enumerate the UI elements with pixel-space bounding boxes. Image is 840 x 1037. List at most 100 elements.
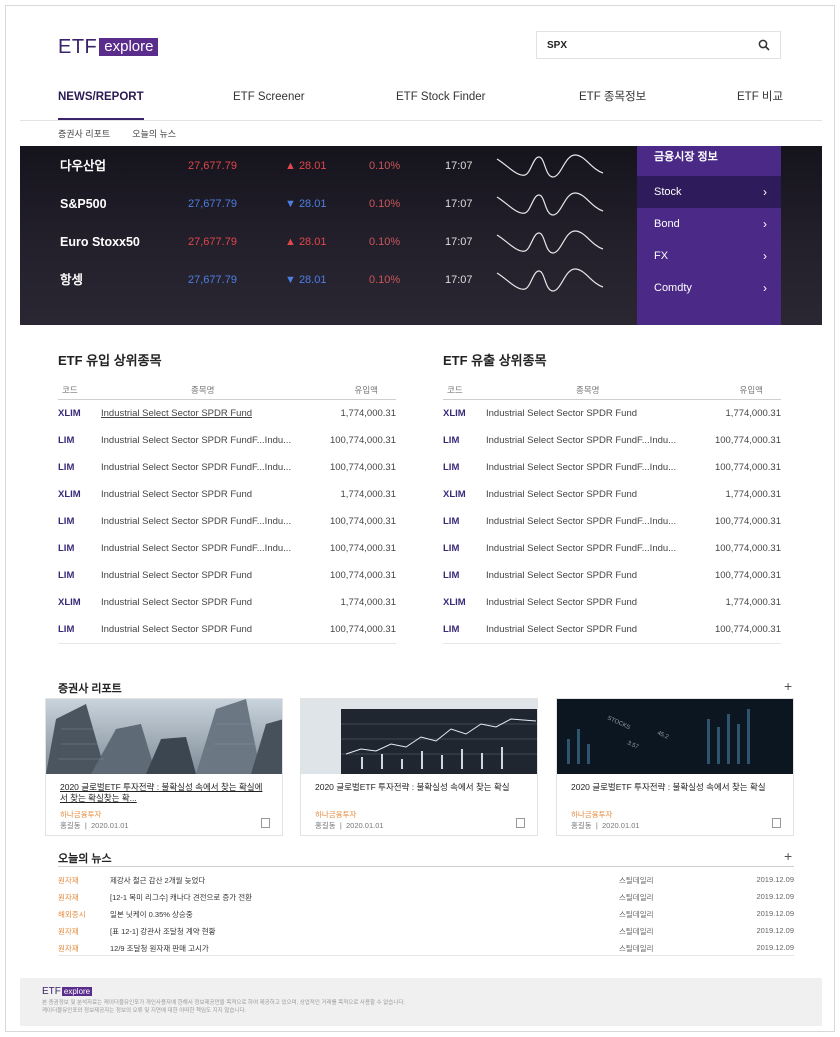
- news-headline[interactable]: 제강사 철근 감산 2개월 늦었다: [110, 875, 205, 886]
- etf-name[interactable]: Industrial Select Sector SPDR Fund: [101, 597, 252, 608]
- table-row[interactable]: XLIM Industrial Select Sector SPDR Fund 1,…: [58, 589, 396, 616]
- site-logo[interactable]: ETF explore: [58, 37, 159, 57]
- etf-code[interactable]: LIM: [58, 570, 74, 581]
- ticker-row[interactable]: 다우산업 27,677.79 ▲ 28.01 0.10% 17:07: [20, 148, 637, 184]
- report-title[interactable]: 2020 글로벌ETF 투자전략 : 불확실성 속에서 찾는 확실: [315, 782, 525, 793]
- reports-title: 증권사 리포트: [58, 683, 122, 695]
- table-row[interactable]: LIM Industrial Select Sector SPDR FundF..…: [58, 454, 396, 481]
- etf-code[interactable]: LIM: [58, 462, 74, 473]
- report-publisher: 하나금융투자: [315, 810, 357, 819]
- table-row[interactable]: LIM Industrial Select Sector SPDR Fund 100…: [58, 616, 396, 643]
- report-card[interactable]: 2020 글로벌ETF 투자전략 : 불확실성 속에서 찾는 확실에서 찾는 확…: [45, 698, 283, 836]
- ticker-row[interactable]: Euro Stoxx50 27,677.79 ▲ 28.01 0.10% 17:07: [20, 224, 637, 260]
- etf-code[interactable]: LIM: [58, 516, 74, 527]
- table-row[interactable]: XLIM Industrial Select Sector SPDR Fund 1,…: [58, 481, 396, 508]
- etf-code[interactable]: XLIM: [443, 597, 466, 608]
- etf-code[interactable]: LIM: [58, 624, 74, 635]
- etf-name[interactable]: Industrial Select Sector SPDR FundF...In…: [101, 543, 291, 554]
- report-card[interactable]: STOCKS 3.57 45.2 2020 글로벌ETF 투자전략 : 불확실성 속에…: [556, 698, 794, 836]
- etf-name[interactable]: Industrial Select Sector SPDR Fund: [486, 597, 637, 608]
- news-headline[interactable]: 12/9 조달청 원자재 판매 고시가: [110, 943, 209, 954]
- tab-news-report[interactable]: NEWS/REPORT: [58, 90, 144, 120]
- subtab-reports[interactable]: 증권사 리포트: [58, 124, 110, 144]
- etf-name[interactable]: Industrial Select Sector SPDR FundF...In…: [486, 516, 676, 527]
- tab-etf-stock-finder[interactable]: ETF Stock Finder: [396, 90, 485, 120]
- report-thumbnail[interactable]: [301, 699, 537, 774]
- etf-name[interactable]: Industrial Select Sector SPDR FundF...In…: [101, 462, 291, 473]
- reports-more-button[interactable]: +: [784, 678, 792, 694]
- report-title[interactable]: 2020 글로벌ETF 투자전략 : 불확실성 속에서 찾는 확실에서 찾는 확…: [60, 782, 270, 804]
- news-row[interactable]: 원자재 12/9 조달청 원자재 판매 고시가 스틸데일리 2019.12.09: [58, 939, 794, 956]
- news-row[interactable]: 원자재 [12-1 복미 리그수] 캐나다 견전으로 증가 전환 스틸데일리 2019…: [58, 888, 794, 905]
- etf-name[interactable]: Industrial Select Sector SPDR Fund: [486, 624, 637, 635]
- report-thumbnail[interactable]: STOCKS 3.57 45.2: [557, 699, 793, 774]
- etf-name[interactable]: Industrial Select Sector SPDR FundF...In…: [101, 516, 291, 527]
- etf-code[interactable]: LIM: [443, 462, 459, 473]
- search-input[interactable]: [547, 39, 747, 51]
- table-row[interactable]: LIM Industrial Select Sector SPDR Fund 100…: [58, 562, 396, 589]
- table-row[interactable]: LIM Industrial Select Sector SPDR Fund 100…: [443, 616, 781, 643]
- etf-name[interactable]: Industrial Select Sector SPDR Fund: [101, 570, 252, 581]
- etf-name[interactable]: Industrial Select Sector SPDR Fund: [486, 408, 637, 419]
- table-row[interactable]: XLIM Industrial Select Sector SPDR Fund 1,…: [58, 400, 396, 427]
- table-row[interactable]: LIM Industrial Select Sector SPDR FundF..…: [58, 427, 396, 454]
- etf-name[interactable]: Industrial Select Sector SPDR FundF...In…: [486, 543, 676, 554]
- subtab-news[interactable]: 오늘의 뉴스: [132, 124, 176, 144]
- ticker-row[interactable]: S&P500 27,677.79 ▼ 28.01 0.10% 17:07: [20, 186, 637, 222]
- report-title[interactable]: 2020 글로벌ETF 투자전략 : 불확실성 속에서 찾는 확실: [571, 782, 781, 793]
- etf-code[interactable]: LIM: [443, 435, 459, 446]
- document-icon[interactable]: [516, 818, 525, 828]
- news-row[interactable]: 원자재 [표 12-1] 강관사 조달청 계약 현황 스틸데일리 2019.12.09: [58, 922, 794, 939]
- table-row[interactable]: LIM Industrial Select Sector SPDR Fund 100…: [443, 562, 781, 589]
- etf-code[interactable]: XLIM: [443, 489, 466, 500]
- etf-code[interactable]: LIM: [443, 570, 459, 581]
- tab-etf-screener[interactable]: ETF Screener: [233, 90, 305, 120]
- etf-name[interactable]: Industrial Select Sector SPDR FundF...In…: [486, 435, 676, 446]
- etf-code[interactable]: XLIM: [58, 597, 81, 608]
- document-icon[interactable]: [772, 818, 781, 828]
- etf-name[interactable]: Industrial Select Sector SPDR Fund: [101, 408, 252, 419]
- table-row[interactable]: LIM Industrial Select Sector SPDR FundF..…: [443, 535, 781, 562]
- search-icon[interactable]: [758, 39, 770, 51]
- table-row[interactable]: LIM Industrial Select Sector SPDR FundF..…: [443, 508, 781, 535]
- etf-name[interactable]: Industrial Select Sector SPDR Fund: [486, 570, 637, 581]
- report-thumbnail[interactable]: [46, 699, 282, 774]
- etf-code[interactable]: LIM: [58, 543, 74, 554]
- etf-name[interactable]: Industrial Select Sector SPDR Fund: [101, 489, 252, 500]
- table-row[interactable]: XLIM Industrial Select Sector SPDR Fund 1,…: [443, 589, 781, 616]
- market-info-item-comdty[interactable]: Comdty ›: [637, 272, 781, 304]
- news-row[interactable]: 해외증시 일본 닛케이 0.35% 상승중 스틸데일리 2019.12.09: [58, 905, 794, 922]
- report-card[interactable]: 2020 글로벌ETF 투자전략 : 불확실성 속에서 찾는 확실 하나금융투자 홍…: [300, 698, 538, 836]
- etf-code[interactable]: LIM: [443, 624, 459, 635]
- etf-name[interactable]: Industrial Select Sector SPDR Fund: [101, 624, 252, 635]
- etf-code[interactable]: XLIM: [58, 408, 81, 419]
- document-icon[interactable]: [261, 818, 270, 828]
- etf-code[interactable]: LIM: [58, 435, 74, 446]
- etf-name[interactable]: Industrial Select Sector SPDR FundF...In…: [486, 462, 676, 473]
- market-info-item-stock[interactable]: Stock ›: [637, 176, 781, 208]
- news-row[interactable]: 원자재 제강사 철근 감산 2개월 늦었다 스틸데일리 2019.12.09: [58, 871, 794, 888]
- etf-code[interactable]: XLIM: [443, 408, 466, 419]
- table-row[interactable]: LIM Industrial Select Sector SPDR FundF..…: [443, 427, 781, 454]
- table-row[interactable]: LIM Industrial Select Sector SPDR FundF..…: [58, 535, 396, 562]
- table-row[interactable]: XLIM Industrial Select Sector SPDR Fund 1,…: [443, 481, 781, 508]
- market-info-item-bond[interactable]: Bond ›: [637, 208, 781, 240]
- etf-code[interactable]: LIM: [443, 543, 459, 554]
- etf-name[interactable]: Industrial Select Sector SPDR FundF...In…: [101, 435, 291, 446]
- news-more-button[interactable]: +: [784, 848, 792, 864]
- market-info-item-fx[interactable]: FX ›: [637, 240, 781, 272]
- etf-amount: 100,774,000.31: [329, 570, 396, 581]
- ticker-row[interactable]: 항셍 27,677.79 ▼ 28.01 0.10% 17:07: [20, 262, 637, 298]
- news-headline[interactable]: [표 12-1] 강관사 조달청 계약 현황: [110, 926, 216, 937]
- news-headline[interactable]: 일본 닛케이 0.35% 상승중: [110, 909, 193, 920]
- search-box[interactable]: [536, 31, 781, 59]
- news-headline[interactable]: [12-1 복미 리그수] 캐나다 견전으로 증가 전환: [110, 892, 252, 903]
- etf-code[interactable]: LIM: [443, 516, 459, 527]
- table-row[interactable]: LIM Industrial Select Sector SPDR FundF..…: [58, 508, 396, 535]
- table-row[interactable]: LIM Industrial Select Sector SPDR FundF..…: [443, 454, 781, 481]
- tab-etf-info[interactable]: ETF 종목정보: [579, 90, 646, 120]
- etf-name[interactable]: Industrial Select Sector SPDR Fund: [486, 489, 637, 500]
- tab-etf-compare[interactable]: ETF 비교: [737, 90, 783, 120]
- table-row[interactable]: XLIM Industrial Select Sector SPDR Fund 1,…: [443, 400, 781, 427]
- etf-code[interactable]: XLIM: [58, 489, 81, 500]
